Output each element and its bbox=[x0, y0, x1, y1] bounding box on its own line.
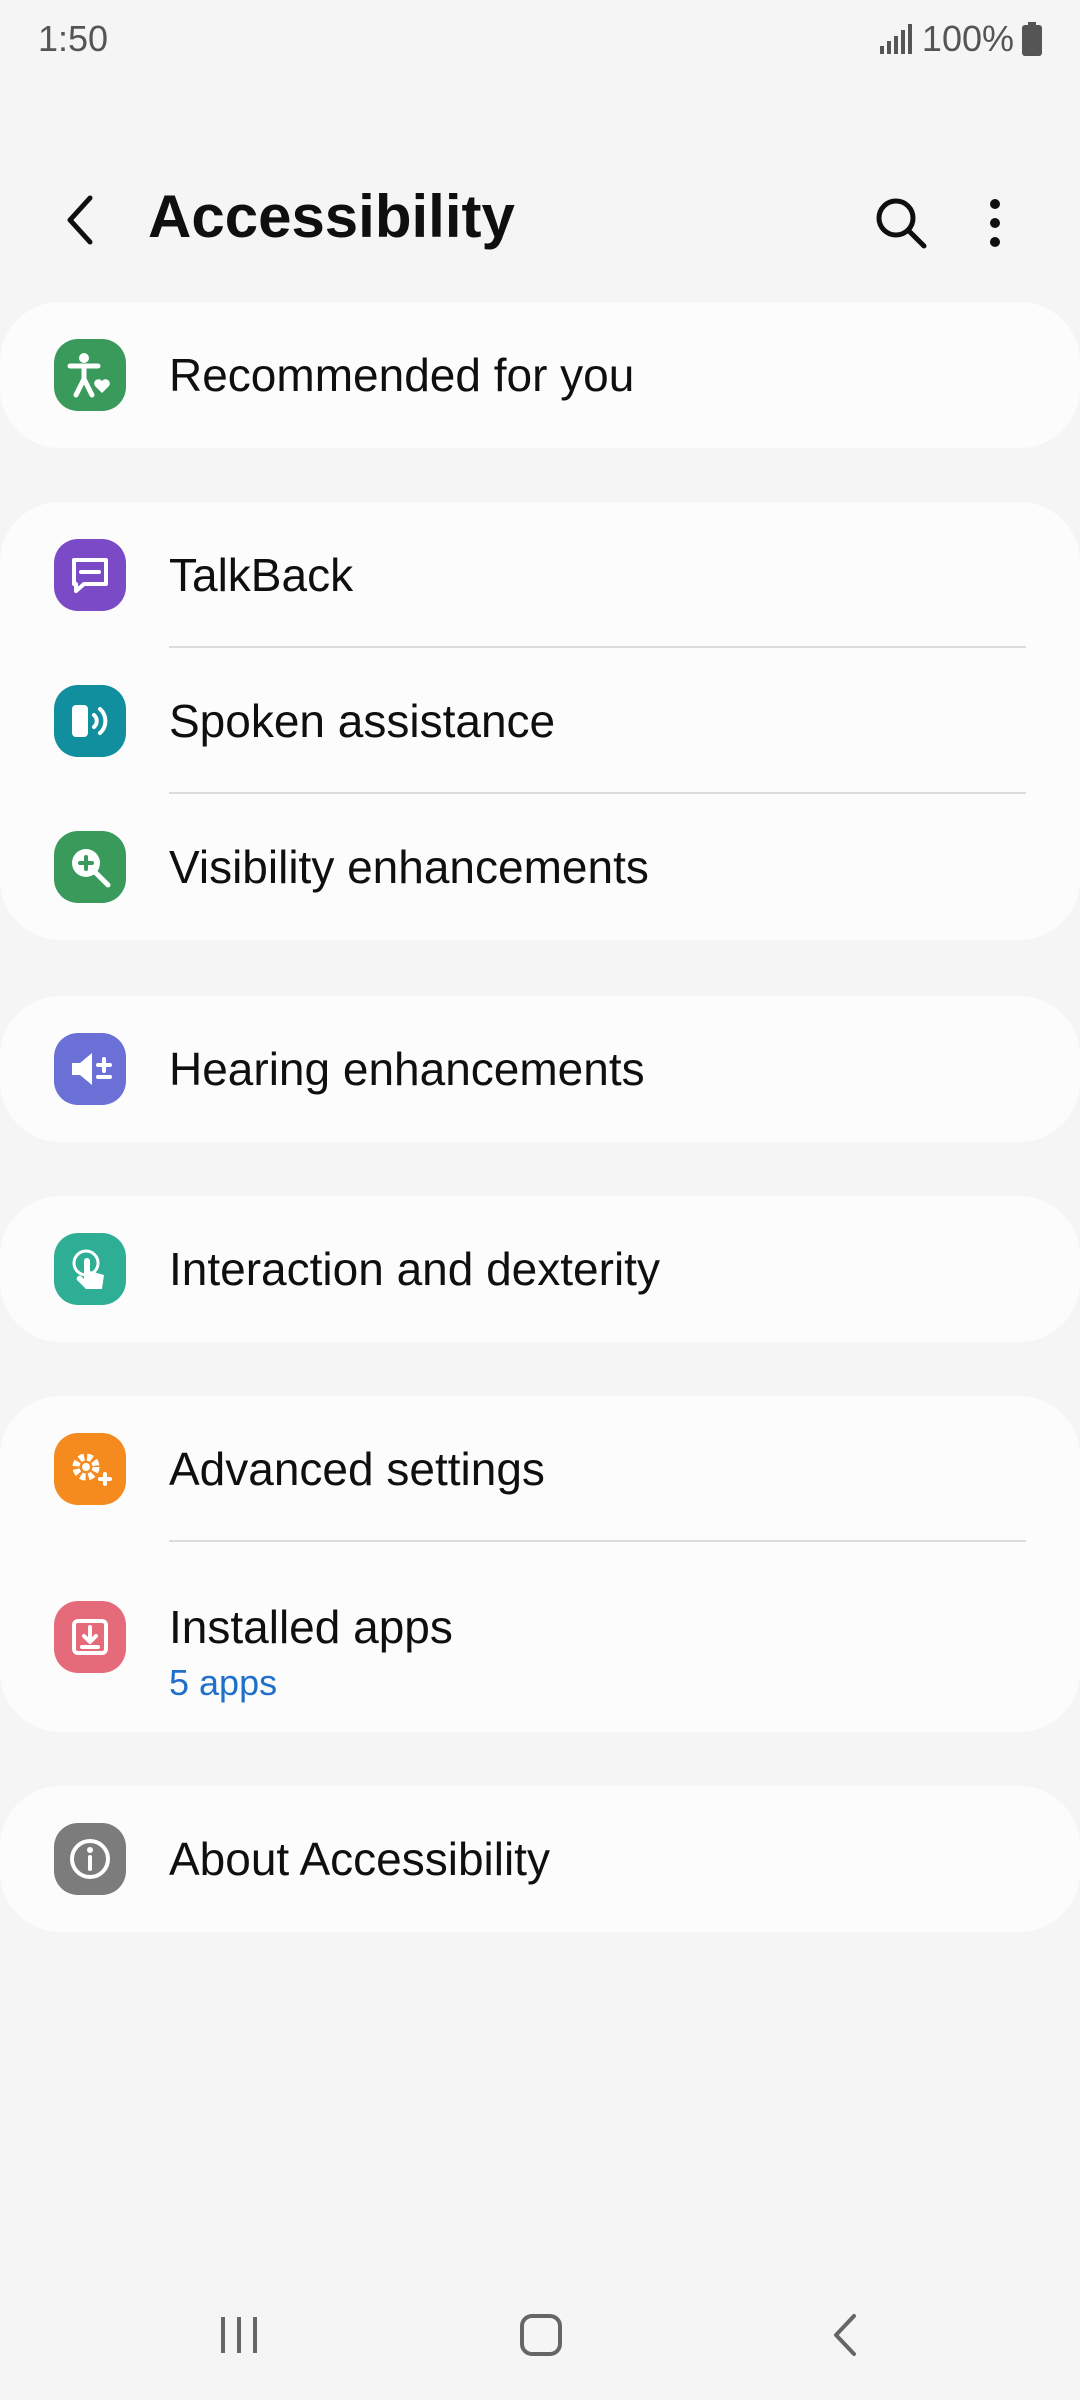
settings-item-visibility[interactable]: Visibility enhancements bbox=[0, 794, 1080, 940]
nav-back-button[interactable] bbox=[800, 2300, 890, 2370]
battery-icon bbox=[1022, 22, 1042, 56]
settings-item-recommended[interactable]: Recommended for you bbox=[0, 302, 1080, 448]
gear-plus-icon bbox=[54, 1433, 126, 1505]
battery-percent: 100% bbox=[921, 18, 1014, 59]
settings-item-sublabel: 5 apps bbox=[169, 1662, 278, 1703]
settings-item-hearing[interactable]: Hearing enhancements bbox=[0, 996, 1080, 1142]
settings-group-hearing: Hearing enhancements bbox=[0, 996, 1080, 1142]
settings-item-label: Spoken assistance bbox=[169, 695, 556, 747]
spoken-assistance-icon bbox=[54, 685, 126, 757]
settings-item-advanced[interactable]: Advanced settings bbox=[0, 1396, 1080, 1542]
settings-item-installed-apps[interactable]: Installed apps 5 apps bbox=[0, 1542, 1080, 1732]
touch-hand-icon bbox=[54, 1233, 126, 1305]
magnifier-plus-icon bbox=[54, 831, 126, 903]
settings-item-label: Installed apps bbox=[169, 1601, 453, 1653]
status-right: 100% bbox=[879, 18, 1042, 60]
settings-item-label: TalkBack bbox=[169, 549, 354, 601]
settings-item-label: About Accessibility bbox=[169, 1833, 550, 1885]
settings-group-interaction: Interaction and dexterity bbox=[0, 1196, 1080, 1342]
accessibility-heart-icon bbox=[54, 339, 126, 411]
recent-apps-button[interactable] bbox=[194, 2300, 284, 2370]
status-time: 1:50 bbox=[38, 18, 109, 59]
talkback-icon bbox=[54, 539, 126, 611]
status-bar: 1:50 100% bbox=[0, 0, 1080, 80]
settings-item-spoken-assistance[interactable]: Spoken assistance bbox=[0, 648, 1080, 794]
settings-group-vision: TalkBack Spoken assistance Visibility en… bbox=[0, 502, 1080, 940]
settings-group-about: About Accessibility bbox=[0, 1786, 1080, 1932]
settings-item-label: Recommended for you bbox=[169, 349, 635, 401]
signal-icon bbox=[879, 24, 914, 54]
settings-group-recommended: Recommended for you bbox=[0, 302, 1080, 448]
navigation-bar bbox=[0, 2290, 1080, 2380]
nav-back-icon bbox=[834, 2314, 856, 2356]
back-button[interactable] bbox=[48, 188, 112, 252]
settings-item-label: Advanced settings bbox=[169, 1443, 545, 1495]
hearing-icon bbox=[54, 1033, 126, 1105]
settings-item-label: Hearing enhancements bbox=[169, 1043, 645, 1095]
settings-item-interaction[interactable]: Interaction and dexterity bbox=[0, 1196, 1080, 1342]
more-vert-icon bbox=[990, 199, 1000, 247]
back-arrow-icon bbox=[67, 195, 93, 245]
settings-item-label: Visibility enhancements bbox=[169, 841, 649, 893]
search-icon bbox=[876, 198, 927, 249]
download-icon bbox=[54, 1601, 126, 1673]
info-icon bbox=[54, 1823, 126, 1895]
app-header: Accessibility bbox=[0, 160, 1080, 280]
page-title: Accessibility bbox=[148, 183, 515, 250]
home-button[interactable] bbox=[496, 2300, 586, 2370]
home-icon bbox=[520, 2314, 562, 2356]
settings-item-about[interactable]: About Accessibility bbox=[0, 1786, 1080, 1932]
settings-item-label: Interaction and dexterity bbox=[169, 1243, 660, 1295]
recent-apps-icon bbox=[221, 2317, 257, 2353]
settings-group-advanced: Advanced settings Installed apps 5 apps bbox=[0, 1396, 1080, 1732]
more-options-button[interactable] bbox=[960, 188, 1030, 258]
search-button[interactable] bbox=[866, 188, 936, 258]
settings-item-talkback[interactable]: TalkBack bbox=[0, 502, 1080, 648]
